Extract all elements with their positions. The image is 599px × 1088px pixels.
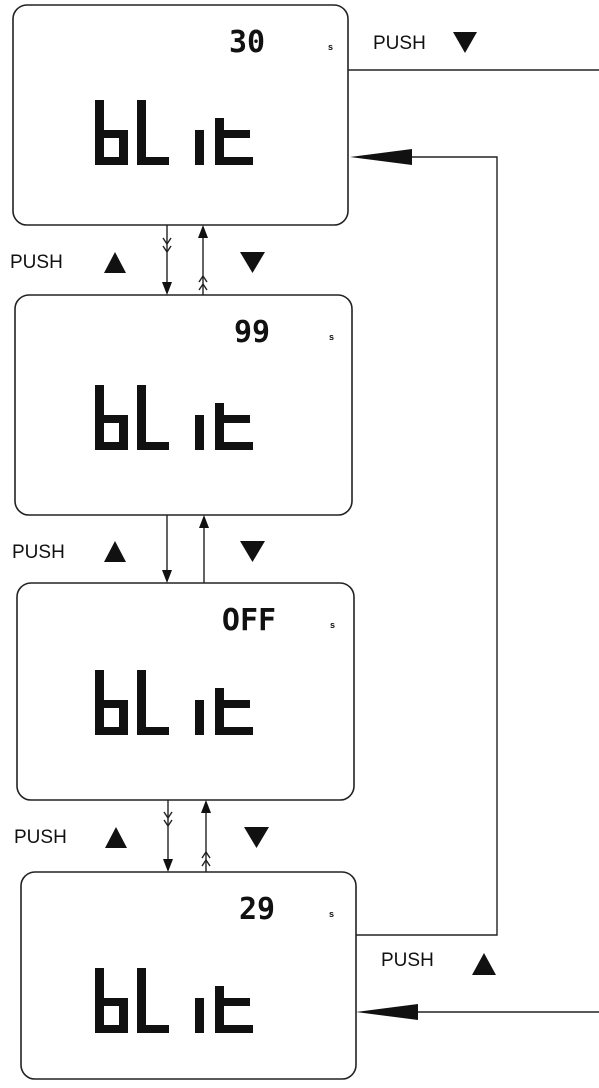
lcd-value: 30: [229, 25, 265, 60]
push-text: PUSH: [14, 827, 67, 848]
backlight-timer-flow-diagram: 30 s 99 s OFF s 29 s PUSH PUSH PUSH PUSH…: [10, 4, 599, 1080]
down-triangle-icon: [244, 827, 269, 848]
lcd-unit: s: [330, 620, 335, 630]
push-up-label-1: PUSH: [10, 252, 126, 273]
lcd-frame: [16, 582, 355, 801]
loop-4-to-1: [350, 149, 498, 936]
up-triangle-icon: [104, 541, 126, 562]
up-triangle-icon: [104, 252, 126, 273]
push-up-label-3: PUSH: [14, 827, 127, 848]
connector-1-2: [162, 225, 208, 295]
push-text: PUSH: [10, 252, 63, 273]
lcd-unit: s: [328, 42, 333, 52]
lcd-screen-4: 29 s: [20, 871, 357, 1080]
lcd-frame: [14, 294, 353, 516]
up-triangle-icon: [472, 953, 496, 975]
lcd-unit: s: [329, 332, 334, 342]
push-text: PUSH: [12, 542, 65, 563]
entry-arrow-bottom: [356, 1004, 599, 1020]
push-text: PUSH: [381, 950, 434, 971]
connector-3-4: [163, 800, 211, 872]
down-triangle-icon: [240, 252, 265, 273]
push-up-label-bottom: PUSH: [381, 950, 496, 975]
lcd-screen-3: OFF s: [16, 582, 355, 801]
lcd-value: OFF: [222, 603, 276, 638]
lcd-frame: [20, 871, 357, 1080]
lcd-value: 29: [239, 892, 275, 927]
connector-2-3: [162, 515, 209, 583]
push-text: PUSH: [373, 33, 426, 54]
lcd-screen-2: 99 s: [14, 294, 353, 516]
push-down-label-top: PUSH: [373, 32, 477, 54]
push-up-label-2: PUSH: [12, 541, 126, 563]
lcd-value: 99: [234, 315, 270, 350]
lcd-screen-1: 30 s: [12, 4, 349, 226]
lcd-frame: [12, 4, 349, 226]
down-triangle-icon: [240, 541, 265, 562]
up-triangle-icon: [105, 827, 127, 848]
lcd-unit: s: [329, 909, 334, 919]
down-triangle-icon: [453, 32, 477, 53]
